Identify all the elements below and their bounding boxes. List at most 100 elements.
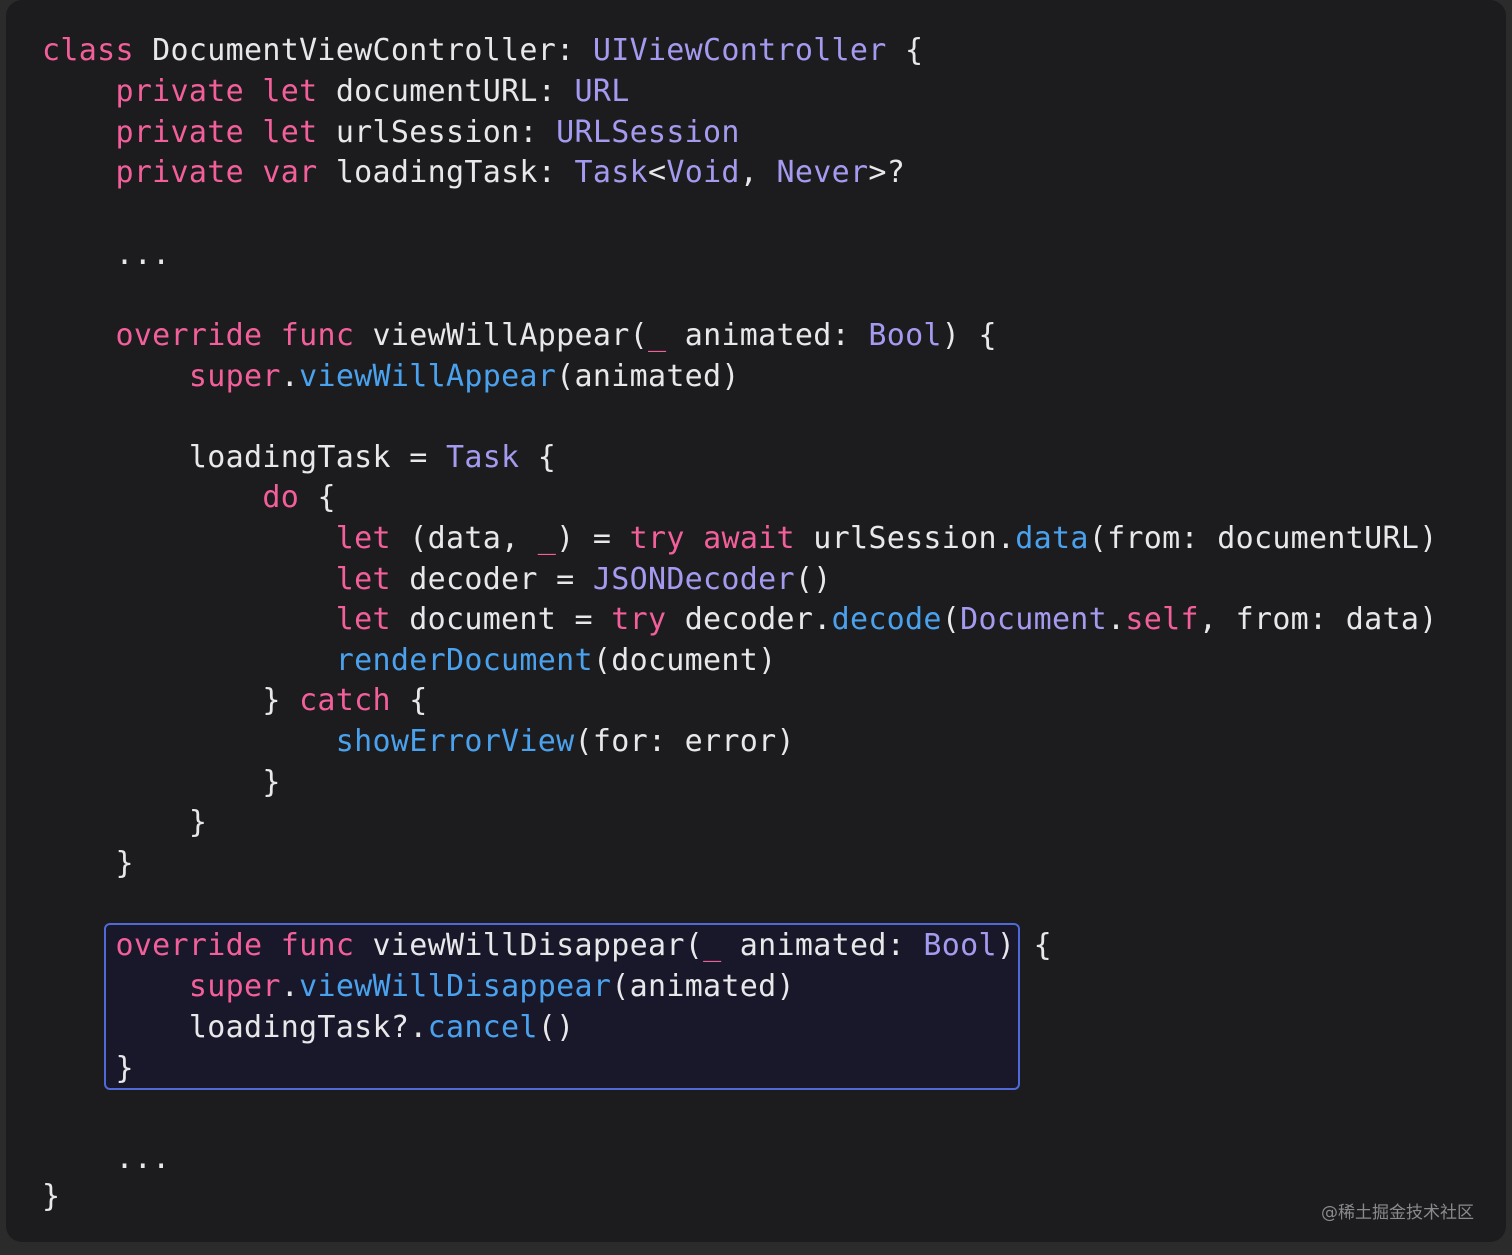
code-token: cancel	[427, 1010, 538, 1045]
code-token: {	[886, 33, 924, 68]
code-token: func	[280, 928, 355, 963]
code-token: Task	[445, 440, 520, 475]
code-token: ) =	[556, 521, 630, 556]
code-token: override	[115, 928, 263, 963]
code-token: }	[42, 1179, 61, 1214]
code-line: private var loadingTask: Task<Void, Neve…	[42, 152, 905, 193]
code-line: }	[42, 1048, 134, 1089]
code-token: decoder.	[666, 602, 832, 637]
code-line: private let documentURL: URL	[42, 71, 630, 112]
code-token: , from: data)	[1198, 602, 1438, 637]
code-token: do	[262, 480, 300, 515]
code-token: (animated)	[556, 359, 740, 394]
code-token: super	[188, 359, 281, 394]
code-line: let document = try decoder.decode(Docume…	[42, 599, 1438, 640]
code-token: Task	[574, 155, 648, 190]
code-line: let decoder = JSONDecoder()	[42, 559, 832, 600]
code-token: _	[537, 521, 557, 556]
code-token: }	[42, 846, 134, 881]
code-token: URL	[574, 74, 630, 109]
code-line: class DocumentViewController: UIViewCont…	[42, 30, 923, 71]
code-token: let	[335, 562, 391, 597]
code-line: ...	[42, 1138, 171, 1179]
code-token: private	[115, 155, 244, 190]
code-token: let	[335, 602, 391, 637]
code-panel: class DocumentViewController: UIViewCont…	[6, 0, 1506, 1242]
code-line: override func viewWillAppear(_ animated:…	[42, 315, 997, 356]
code-token: self	[1125, 602, 1199, 637]
code-token: viewWillDisappear	[299, 969, 612, 1004]
code-token: .	[280, 359, 300, 394]
code-line: private let urlSession: URLSession	[42, 112, 740, 153]
code-line: loadingTask = Task {	[42, 437, 556, 478]
code-token: private	[115, 115, 244, 150]
code-line: } catch {	[42, 680, 428, 721]
code-token: private	[115, 74, 244, 109]
code-token: catch	[299, 683, 391, 718]
code-token: URLSession	[556, 115, 740, 150]
code-token: (data,	[390, 521, 538, 556]
code-line: showErrorView(for: error)	[42, 721, 795, 762]
code-token: Bool	[923, 928, 997, 963]
code-token: DocumentViewController:	[133, 33, 593, 68]
code-token: var	[262, 155, 318, 190]
code-token: animated:	[721, 928, 924, 963]
code-token: Void	[666, 155, 740, 190]
code-token: viewWillAppear(	[354, 318, 648, 353]
code-token: }	[42, 805, 208, 840]
code-token: >?	[868, 155, 906, 190]
code-token: urlSession:	[317, 115, 557, 150]
code-line: }	[42, 1176, 60, 1217]
code-token: ()	[537, 1010, 575, 1045]
code-token: .	[280, 969, 300, 1004]
code-token: decoder =	[390, 562, 593, 597]
code-token: viewWillDisappear(	[354, 928, 704, 963]
code-token: documentURL:	[317, 74, 575, 109]
code-token: loadingTask =	[42, 440, 446, 475]
watermark: @稀土掘金技术社区	[1321, 1203, 1474, 1223]
code-token: override	[115, 318, 263, 353]
code-token: ...	[42, 237, 171, 272]
code-token: _	[703, 928, 722, 963]
code-token: {	[390, 683, 428, 718]
code-token: let	[335, 521, 391, 556]
code-line: }	[42, 843, 134, 884]
code-token: try	[629, 521, 685, 556]
code-token: renderDocument	[335, 643, 593, 678]
code-token: let	[262, 115, 318, 150]
code-token: Bool	[868, 318, 942, 353]
code-token: document =	[390, 602, 612, 637]
code-token: Never	[776, 155, 869, 190]
code-token: decode	[831, 602, 942, 637]
code-token: {	[299, 480, 336, 515]
code-line: }	[42, 802, 207, 843]
code-line: }	[42, 762, 281, 803]
code-token: data	[1015, 521, 1089, 556]
code-token: Document	[960, 602, 1108, 637]
code-line: renderDocument(document)	[42, 640, 776, 681]
code-line: loadingTask?.cancel()	[42, 1007, 575, 1048]
code-line: do {	[42, 477, 336, 518]
code-line: super.viewWillAppear(animated)	[42, 356, 740, 397]
code-token: _	[647, 318, 667, 353]
code-token: UIViewController	[592, 33, 887, 68]
code-token: (document)	[592, 643, 777, 678]
code-token: JSONDecoder	[592, 562, 795, 597]
code-token: animated:	[666, 318, 869, 353]
code-token: class	[42, 33, 134, 68]
